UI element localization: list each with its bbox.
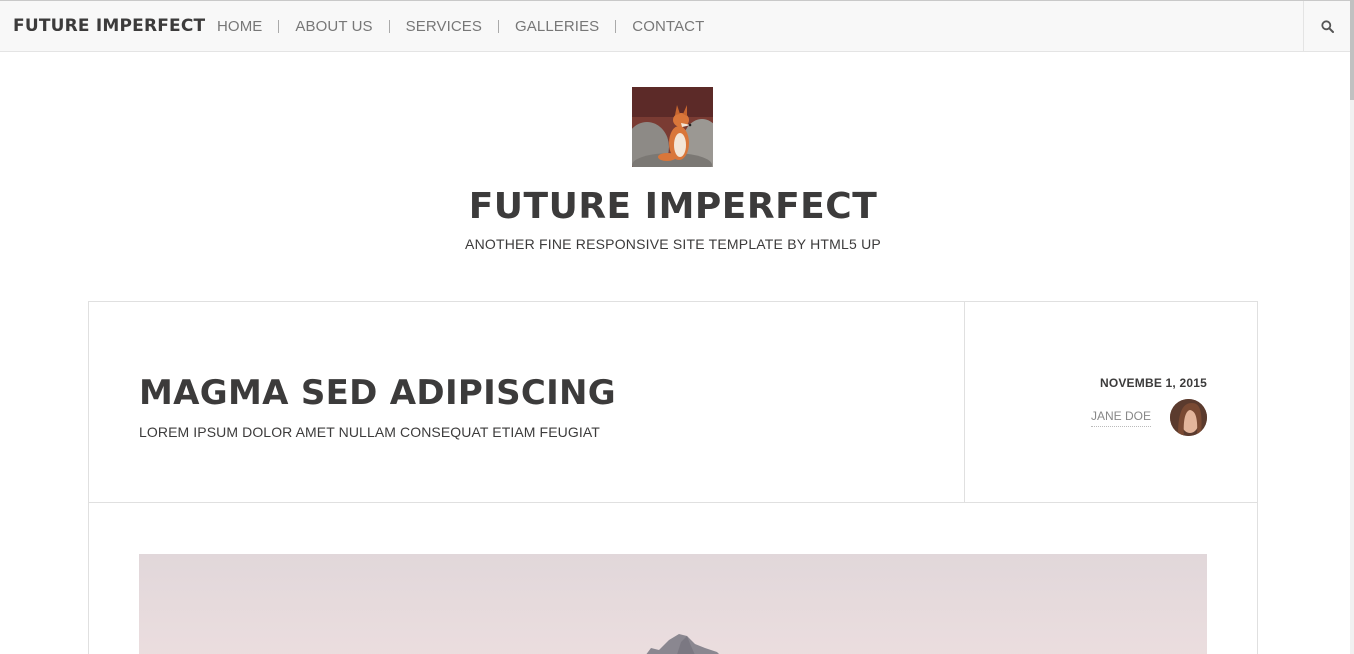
site-title: FUTURE IMPERFECT (468, 186, 878, 227)
nav-link-about[interactable]: ABOUT US (279, 18, 388, 35)
nav-link-galleries[interactable]: GALLERIES (499, 18, 615, 35)
nav-link-services[interactable]: SERVICES (390, 18, 498, 35)
nav-link-home[interactable]: HOME (201, 18, 278, 35)
main-nav: HOME ABOUT US SERVICES GALLERIES CONTACT (201, 1, 720, 51)
post-card: MAGMA SED ADIPISCING LOREM IPSUM DOLOR A… (88, 301, 1258, 654)
site-tagline: ANOTHER FINE RESPONSIVE SITE TEMPLATE BY… (465, 236, 881, 252)
post-title-area: MAGMA SED ADIPISCING LOREM IPSUM DOLOR A… (89, 302, 965, 502)
post-subtitle: LOREM IPSUM DOLOR AMET NULLAM CONSEQUAT … (139, 424, 600, 440)
post-featured-image[interactable] (139, 554, 1207, 654)
site-header: FUTURE IMPERFECT HOME ABOUT US SERVICES … (0, 0, 1350, 52)
search-button[interactable] (1303, 1, 1350, 52)
nav-link-contact[interactable]: CONTACT (616, 18, 720, 35)
author-link[interactable]: JANE DOE (1090, 409, 1151, 427)
nav-item-contact: CONTACT (615, 18, 720, 35)
author-avatar[interactable] (1170, 399, 1207, 436)
scrollbar-thumb[interactable] (1350, 0, 1354, 100)
post-header: MAGMA SED ADIPISCING LOREM IPSUM DOLOR A… (89, 302, 1257, 503)
nav-item-home: HOME (201, 18, 278, 35)
nav-item-galleries: GALLERIES (498, 18, 615, 35)
search-icon (1320, 20, 1334, 33)
post-date: NOVEMBE 1, 2015 (1099, 376, 1207, 390)
nav-item-about: ABOUT US (278, 18, 388, 35)
site-logo-image (632, 87, 713, 167)
page-scrollbar[interactable] (1350, 0, 1354, 654)
post-title[interactable]: MAGMA SED ADIPISCING (139, 373, 616, 413)
post-meta: NOVEMBE 1, 2015 JANE DOE (966, 302, 1257, 502)
nav-item-services: SERVICES (389, 18, 498, 35)
brand-link[interactable]: FUTURE IMPERFECT (13, 16, 205, 36)
